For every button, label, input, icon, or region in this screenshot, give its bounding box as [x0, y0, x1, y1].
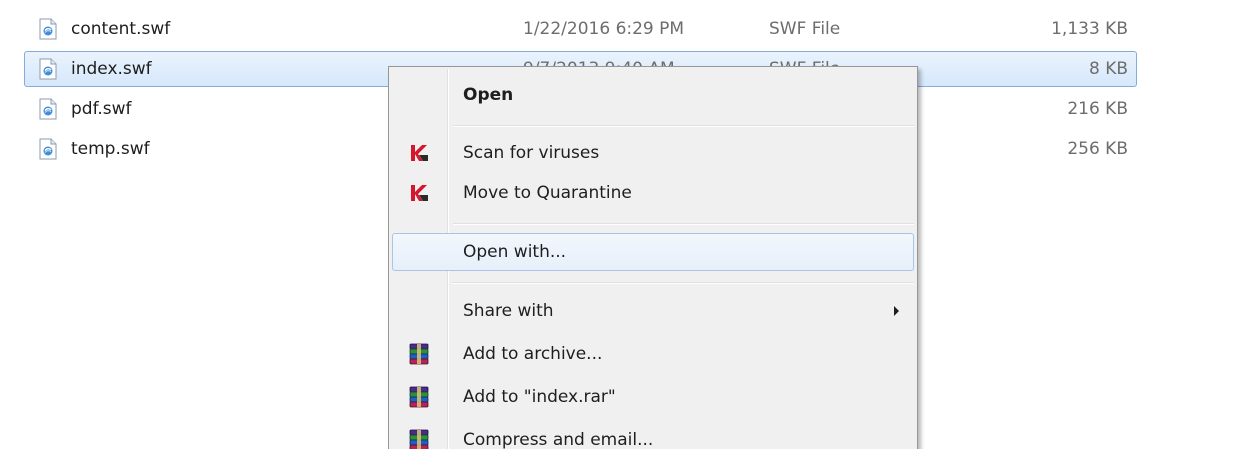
file-size: 216 KB	[1067, 99, 1128, 119]
menu-item-label: Move to Quarantine	[463, 183, 632, 203]
file-size: 8 KB	[1088, 59, 1128, 79]
swf-file-icon	[39, 18, 57, 40]
file-name: pdf.swf	[71, 99, 132, 119]
file-date: 1/22/2016 6:29 PM	[523, 19, 685, 39]
context-menu: Open Scan for viruses Move to Quarantine…	[388, 66, 918, 449]
menu-item-label: Add to "index.rar"	[463, 387, 616, 407]
kaspersky-icon	[411, 145, 428, 161]
menu-item-label: Add to archive...	[463, 344, 603, 364]
submenu-arrow-icon	[894, 306, 899, 316]
menu-item-move-to-quarantine[interactable]: Move to Quarantine	[392, 174, 914, 212]
menu-item-label: Open with...	[463, 242, 567, 262]
winrar-icon	[409, 386, 429, 408]
winrar-icon	[409, 343, 429, 365]
menu-separator	[453, 125, 914, 127]
menu-item-label: Compress and email...	[463, 430, 654, 449]
file-type: SWF File	[769, 19, 841, 39]
menu-item-share-with[interactable]: Share with	[392, 292, 914, 330]
swf-file-icon	[39, 98, 57, 120]
file-name: index.swf	[71, 59, 152, 79]
file-size: 1,133 KB	[1051, 19, 1128, 39]
file-name: content.swf	[71, 19, 171, 39]
menu-item-add-to-archive[interactable]: Add to archive...	[392, 335, 914, 373]
file-row-content-swf[interactable]: content.swf 1/22/2016 6:29 PM SWF File 1…	[24, 11, 1137, 47]
kaspersky-icon	[411, 185, 428, 201]
menu-item-label: Scan for viruses	[463, 143, 600, 163]
menu-item-label: Share with	[463, 301, 554, 321]
file-size: 256 KB	[1067, 139, 1128, 159]
menu-item-label: Open	[463, 85, 514, 105]
swf-file-icon	[39, 58, 57, 80]
menu-item-scan-for-viruses[interactable]: Scan for viruses	[392, 134, 914, 172]
winrar-icon	[409, 429, 429, 449]
swf-file-icon	[39, 138, 57, 160]
menu-item-open[interactable]: Open	[392, 76, 914, 114]
menu-item-add-to-index-rar[interactable]: Add to "index.rar"	[392, 378, 914, 416]
menu-separator	[453, 282, 914, 284]
menu-separator	[453, 223, 914, 225]
file-name: temp.swf	[71, 139, 150, 159]
menu-item-open-with[interactable]: Open with...	[392, 233, 914, 271]
menu-item-compress-and-email[interactable]: Compress and email...	[392, 421, 914, 449]
explorer-window: content.swf 1/22/2016 6:29 PM SWF File 1…	[0, 0, 1251, 449]
